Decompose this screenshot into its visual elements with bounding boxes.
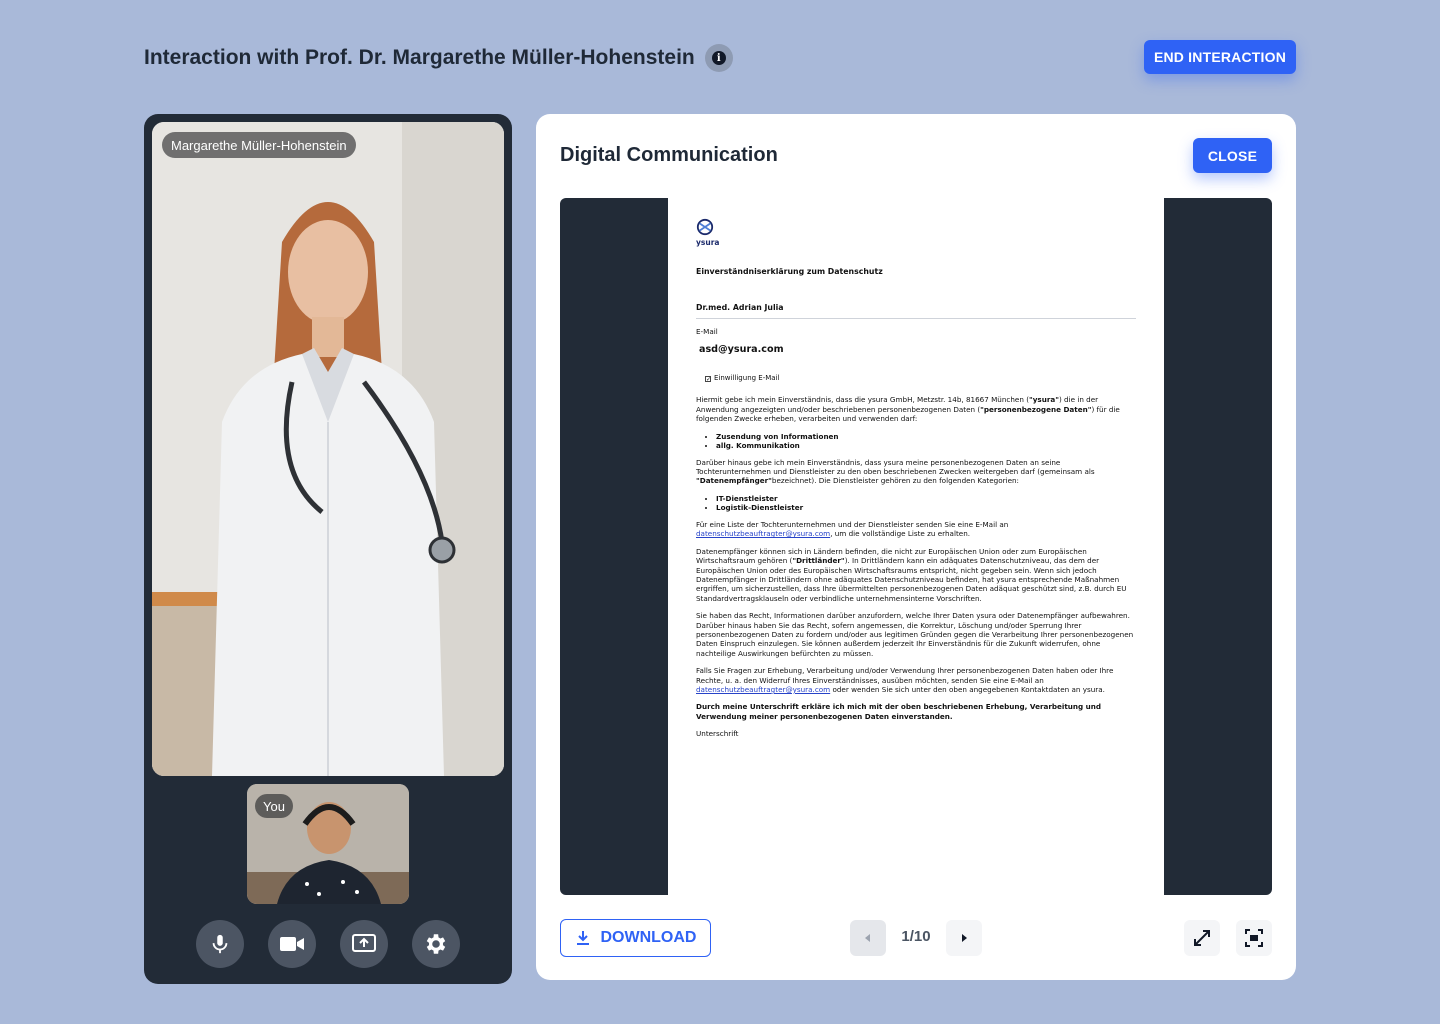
consent-paragraph-2: Darüber hinaus gebe ich mein Einverständ…: [696, 457, 1095, 486]
document-page: ysura Einverständniserklärung zum Datens…: [668, 198, 1164, 895]
document-panel: Digital Communication CLOSE ysura Einver…: [536, 114, 1296, 980]
consent-paragraph-3: Für eine Liste der Tochterunternehmen un…: [696, 519, 1009, 539]
document-heading: Einverständniserklärung zum Datenschutz: [696, 267, 883, 277]
checkbox-checked-icon: ✓: [705, 375, 712, 383]
email-label: E-Mail: [696, 327, 718, 337]
page-counter: 1/10: [901, 928, 931, 945]
email-value: asd@ysura.com: [699, 343, 784, 355]
consent-paragraph-5: Sie haben das Recht, Informationen darüb…: [696, 611, 1134, 658]
list-item: Zusendung von Informationen: [716, 432, 1136, 441]
privacy-email-link[interactable]: datenschutzbeauftragter@ysura.com: [696, 685, 830, 694]
checkbox-label: Einwilligung E-Mail: [714, 374, 780, 383]
chevron-left-icon: [865, 934, 870, 942]
self-label: You: [255, 794, 293, 818]
screen-share-icon: [352, 934, 376, 952]
settings-icon: [426, 934, 446, 954]
purpose-list: Zusendung von Informationen allg. Kommun…: [708, 432, 1136, 450]
signature-label: Unterschrift: [696, 729, 739, 739]
list-item: IT-Dienstleister: [716, 494, 1136, 503]
logo-text: ysura: [696, 238, 720, 247]
fullscreen-button[interactable]: [1184, 920, 1220, 956]
download-label: DOWNLOAD: [600, 929, 697, 946]
remote-name-tag: Margarethe Müller-Hohenstein: [162, 132, 356, 158]
end-interaction-button[interactable]: END INTERACTION: [1144, 40, 1296, 74]
microphone-button[interactable]: [196, 920, 244, 968]
list-item: allg. Kommunikation: [716, 441, 1136, 450]
video-panel: Margarethe Müller-Hohenstein You: [144, 114, 512, 984]
ysura-logo-icon: [696, 218, 714, 236]
doctor-video-image: [152, 122, 504, 776]
consent-paragraph-7: Durch meine Unterschrift erkläre ich mic…: [696, 702, 1102, 721]
screen-share-button[interactable]: [340, 920, 388, 968]
close-button[interactable]: CLOSE: [1193, 138, 1272, 173]
consent-paragraph-4: Datenempfänger können sich in Ländern be…: [696, 546, 1127, 603]
self-video: You: [247, 784, 409, 904]
camera-icon: [280, 937, 304, 951]
chevron-right-icon: [962, 934, 967, 942]
microphone-icon: [212, 934, 228, 954]
fit-screen-icon: [1245, 929, 1263, 947]
expand-icon: [1194, 930, 1210, 946]
settings-button[interactable]: [412, 920, 460, 968]
camera-button[interactable]: [268, 920, 316, 968]
recipient-name: Dr.med. Adrian Julia: [696, 303, 1136, 320]
next-page-button[interactable]: [946, 920, 982, 956]
page-title-row: Interaction with Prof. Dr. Margarethe Mü…: [144, 44, 733, 72]
remote-video: Margarethe Müller-Hohenstein: [152, 122, 504, 776]
document-panel-title: Digital Communication: [560, 144, 778, 166]
consent-paragraph-1: Hiermit gebe ich mein Einverständnis, da…: [696, 395, 1120, 424]
email-consent-checkbox-row: ✓ Einwilligung E-Mail: [705, 374, 1136, 383]
info-icon[interactable]: i: [704, 44, 733, 72]
download-button[interactable]: DOWNLOAD: [560, 919, 711, 957]
fit-to-screen-button[interactable]: [1236, 920, 1272, 956]
document-viewer[interactable]: ysura Einverständniserklärung zum Datens…: [560, 198, 1272, 895]
privacy-email-link[interactable]: datenschutzbeauftragter@ysura.com: [696, 529, 830, 538]
consent-paragraph-6: Falls Sie Fragen zur Erhebung, Verarbeit…: [696, 666, 1114, 694]
page-title: Interaction with Prof. Dr. Margarethe Mü…: [144, 46, 695, 69]
previous-page-button[interactable]: [850, 920, 886, 956]
list-item: Logistik-Dienstleister: [716, 503, 1136, 512]
download-icon: [576, 931, 589, 945]
provider-list: IT-Dienstleister Logistik-Dienstleister: [708, 494, 1136, 512]
ysura-logo: ysura: [696, 218, 1136, 247]
